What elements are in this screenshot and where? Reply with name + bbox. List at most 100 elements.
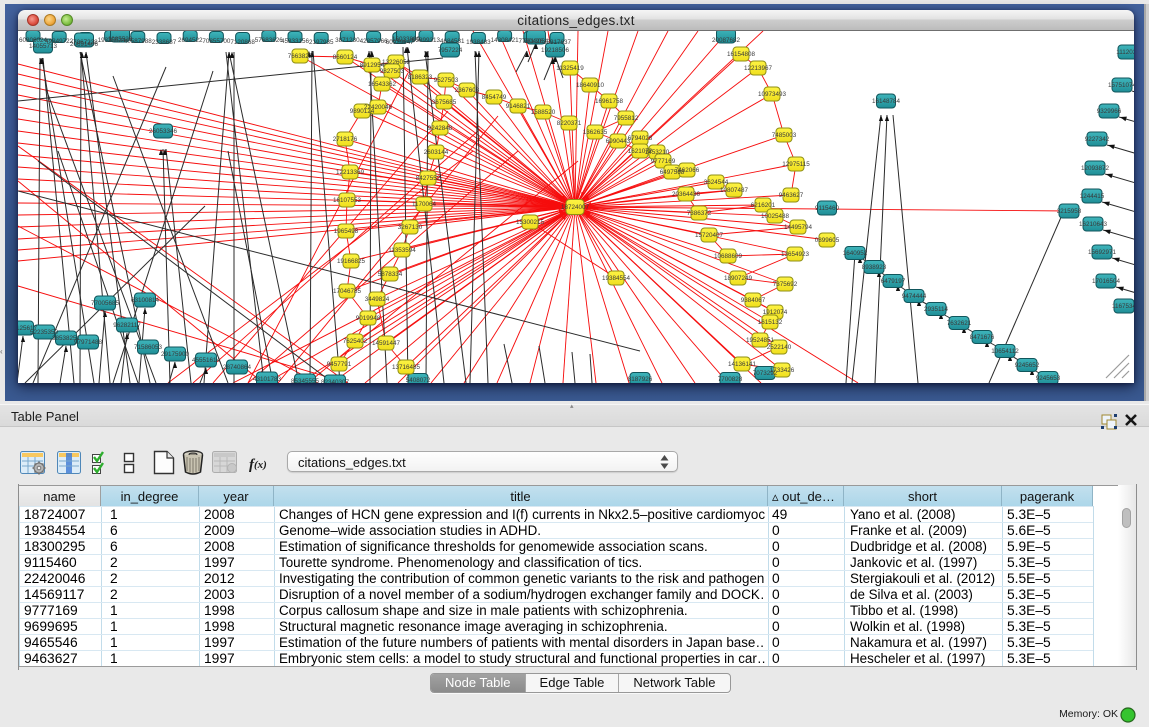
svg-text:12213369: 12213369 xyxy=(336,169,365,176)
svg-text:16961758: 16961758 xyxy=(595,98,624,105)
svg-text:2694522: 2694522 xyxy=(178,37,203,44)
svg-text:9827503: 9827503 xyxy=(380,68,405,75)
svg-text:97971488: 97971488 xyxy=(74,339,103,346)
svg-text:1640952: 1640952 xyxy=(843,250,868,257)
svg-text:96282117: 96282117 xyxy=(113,322,141,329)
svg-text:16210643: 16210643 xyxy=(1079,221,1108,228)
svg-text:20087682: 20087682 xyxy=(712,37,741,44)
svg-text:11325419: 11325419 xyxy=(556,65,584,72)
svg-text:5878334: 5878334 xyxy=(378,271,403,278)
svg-text:12213967: 12213967 xyxy=(744,65,773,72)
svg-text:15720407: 15720407 xyxy=(695,232,724,239)
svg-text:0899605: 0899605 xyxy=(815,237,840,244)
svg-text:9245653: 9245653 xyxy=(1036,375,1061,382)
svg-text:19384554: 19384554 xyxy=(602,275,631,282)
svg-text:4684531: 4684531 xyxy=(440,38,465,45)
svg-text:(x): (x) xyxy=(254,459,267,471)
svg-text:3675685: 3675685 xyxy=(432,99,457,106)
svg-text:82340307: 82340307 xyxy=(321,379,350,383)
svg-text:15751074: 15751074 xyxy=(1108,82,1134,89)
svg-text:9457791: 9457791 xyxy=(327,361,352,368)
svg-text:9463627: 9463627 xyxy=(779,192,804,199)
svg-text:17016504: 17016504 xyxy=(1092,278,1121,285)
svg-text:1085528: 1085528 xyxy=(108,36,133,43)
svg-text:10654112: 10654112 xyxy=(991,348,1019,355)
svg-text:6794028: 6794028 xyxy=(628,135,653,142)
svg-text:8186323: 8186323 xyxy=(408,74,433,81)
svg-text:1453210: 1453210 xyxy=(645,149,670,156)
svg-text:6479197: 6479197 xyxy=(881,278,906,285)
svg-text:1112031: 1112031 xyxy=(1116,49,1134,56)
svg-text:8938923: 8938923 xyxy=(862,264,887,271)
svg-text:1615132: 1615132 xyxy=(758,319,783,326)
svg-text:1170064: 1170064 xyxy=(412,201,437,208)
svg-text:19218506: 19218506 xyxy=(541,47,570,54)
svg-text:2603144: 2603144 xyxy=(424,149,449,156)
svg-text:1244415: 1244415 xyxy=(1080,193,1105,200)
svg-text:1167534: 1167534 xyxy=(1112,303,1134,310)
svg-text:7663822: 7663822 xyxy=(288,53,313,60)
svg-text:10973493: 10973493 xyxy=(758,91,787,98)
svg-text:12093872: 12093872 xyxy=(1081,165,1110,172)
svg-text:7957224: 7957224 xyxy=(438,47,463,54)
svg-text:1965498: 1965498 xyxy=(334,228,359,235)
svg-text:29175900: 29175900 xyxy=(161,351,190,358)
svg-text:2338687: 2338687 xyxy=(152,39,177,46)
svg-text:8454749: 8454749 xyxy=(482,94,507,101)
svg-text:18724007: 18724007 xyxy=(561,204,590,211)
svg-text:7625402: 7625402 xyxy=(343,338,368,345)
svg-text:85345555: 85345555 xyxy=(291,378,320,383)
svg-text:28740864: 28740864 xyxy=(223,364,252,371)
svg-text:2935114: 2935114 xyxy=(924,306,949,313)
svg-text:10807487: 10807487 xyxy=(720,187,749,194)
svg-text:1938483: 1938483 xyxy=(466,39,491,46)
svg-text:8187926: 8187926 xyxy=(628,376,653,383)
svg-text:19524851: 19524851 xyxy=(746,337,775,344)
svg-text:16107553: 16107553 xyxy=(333,197,362,204)
svg-text:2522140: 2522140 xyxy=(767,344,792,351)
svg-text:70855700: 70855700 xyxy=(202,38,231,45)
svg-text:9777169: 9777169 xyxy=(651,158,676,165)
svg-text:14591447: 14591447 xyxy=(372,340,401,347)
svg-text:7120868: 7120868 xyxy=(230,39,255,46)
svg-text:16033809: 16033809 xyxy=(392,36,421,43)
svg-text:14308421: 14308421 xyxy=(491,37,520,44)
svg-text:7955812: 7955812 xyxy=(614,115,639,122)
svg-text:16154808: 16154808 xyxy=(727,51,756,58)
svg-text:26053346: 26053346 xyxy=(149,128,178,135)
svg-text:13716485: 13716485 xyxy=(392,364,421,371)
svg-text:3871230: 3871230 xyxy=(335,37,360,44)
svg-text:15692971: 15692971 xyxy=(1088,249,1117,256)
svg-text:45551614: 45551614 xyxy=(192,357,221,364)
svg-text:3215958: 3215958 xyxy=(1057,208,1082,215)
svg-text:17046785: 17046785 xyxy=(333,288,362,295)
svg-text:8660124: 8660124 xyxy=(333,54,358,61)
svg-text:3267130: 3267130 xyxy=(398,224,423,231)
svg-text:13226058: 13226058 xyxy=(382,59,411,66)
svg-text:1733426: 1733426 xyxy=(770,367,795,374)
svg-text:3624544: 3624544 xyxy=(704,179,729,186)
svg-text:9474444: 9474444 xyxy=(902,293,927,300)
svg-text:9146821: 9146821 xyxy=(506,103,531,110)
svg-text:57683626: 57683626 xyxy=(255,37,284,44)
svg-text:19166825: 19166825 xyxy=(337,258,366,265)
svg-text:18907249: 18907249 xyxy=(724,275,753,282)
svg-text:9890124: 9890124 xyxy=(350,108,375,115)
svg-text:8220371: 8220371 xyxy=(557,120,582,127)
svg-text:9019948: 9019948 xyxy=(356,315,381,322)
svg-text:9527503: 9527503 xyxy=(434,77,459,84)
svg-text:8427552: 8427552 xyxy=(416,175,441,182)
svg-text:15300215: 15300215 xyxy=(516,219,545,226)
svg-text:7485003: 7485003 xyxy=(772,132,797,139)
svg-text:16148784: 16148784 xyxy=(872,98,901,105)
svg-text:10025488: 10025488 xyxy=(761,213,790,220)
svg-text:9227342: 9227342 xyxy=(1085,136,1110,143)
svg-text:2718176: 2718176 xyxy=(333,136,358,143)
svg-text:10688609: 10688609 xyxy=(714,253,743,260)
svg-text:8471676: 8471676 xyxy=(970,334,995,341)
svg-text:9242848: 9242848 xyxy=(428,125,453,132)
svg-text:71586053: 71586053 xyxy=(134,344,163,351)
svg-text:42857966: 42857966 xyxy=(360,38,389,45)
svg-text:8813054: 8813054 xyxy=(524,38,549,45)
svg-text:45833156: 45833156 xyxy=(281,38,310,45)
